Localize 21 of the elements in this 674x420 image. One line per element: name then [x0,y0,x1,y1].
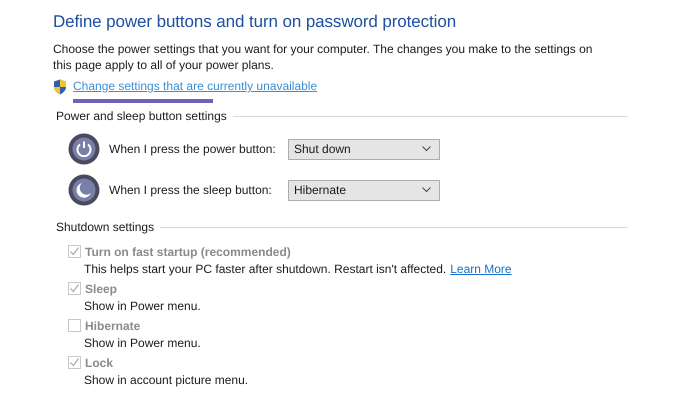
action-dropdown[interactable]: Hibernate [288,180,440,200]
option-description: Show in Power menu. [84,336,201,350]
page-title: Define power buttons and turn on password protection [53,12,458,32]
shield-icon [53,79,67,95]
section-heading: Shutdown settings [56,220,154,234]
option-label: Turn on fast startup (recommended) [85,244,291,258]
section-heading: Power and sleep button settings [56,109,227,123]
option-label: Sleep [85,282,118,296]
description-text: Choose the power settings that you want for your computer. The changes you make to the settings on this page apply to all of your power plans. [53,41,594,73]
moon-icon [68,174,100,206]
option-description: This helps start your PC faster after shutdown. Restart isn't affected. [84,262,446,276]
power-icon [68,133,100,165]
option-description: Show in account picture menu. [84,372,248,386]
option-description: Show in Power menu. [84,298,201,312]
option-label: Hibernate [85,318,140,332]
chevron-down-icon [422,187,431,193]
setting-label: When I press the power button: [109,142,277,156]
option-label: Lock [85,356,114,370]
action-dropdown[interactable]: Shut down [288,138,440,160]
setting-label: When I press the sleep button: [109,183,273,197]
chevron-down-icon [422,146,431,152]
